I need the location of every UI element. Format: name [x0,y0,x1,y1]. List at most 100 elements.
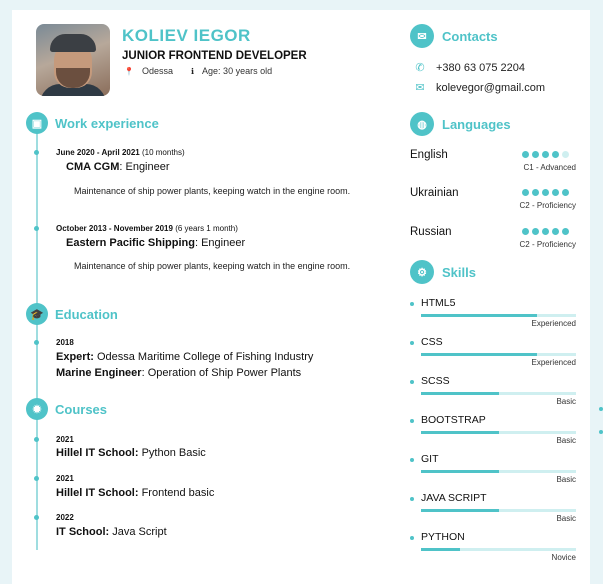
page-edge-dot [599,407,603,411]
work-date-2-duration: (6 years 1 month) [175,224,238,233]
education-school: Odessa Maritime College of Fishing Indus… [93,351,314,363]
level-dot [532,228,539,235]
email-text: kolevegor@gmail.com [436,81,545,94]
timeline-dot [34,150,39,155]
level-dot [542,151,549,158]
skill-bar-fill [421,548,460,551]
skill-bar-fill [421,314,538,317]
section-title-languages: Languages [442,117,511,132]
skill-name: SCSS [421,375,450,387]
skill-bullet [410,536,414,540]
level-dot [562,189,569,196]
contact-phone[interactable]: ✆ +380 63 075 2204 [414,61,526,75]
skill-bar [421,509,576,512]
timeline-dot [34,476,39,481]
language-level: C2 - Proficiency [519,240,576,249]
course-line-2: Hillel IT School: Frontend basic [56,487,214,499]
skill-bullet [410,497,414,501]
level-dot [542,189,549,196]
info-icon: ℹ [191,66,195,76]
gears-icon: ⚙ [410,260,434,284]
skill-bullet [410,341,414,345]
work-date-1: June 2020 - April 2021 (10 months) [56,148,185,157]
graduation-cap-icon: 🎓 [26,303,48,325]
level-dot [532,151,539,158]
course-school-1: Hillel IT School: [56,447,139,459]
work-org-2: Eastern Pacific Shipping: Engineer [66,237,245,249]
skill-bar [421,314,576,317]
level-dot [562,151,569,158]
phone-text: +380 63 075 2204 [436,61,526,74]
photo-cap [50,34,96,52]
education-specialty: : Operation of Ship Power Plants [141,367,302,379]
skill-level: Basic [556,397,576,406]
skill-bar [421,392,576,395]
skill-name: JAVA SCRIPT [421,492,487,504]
course-school-3: IT School: [56,526,110,538]
location-text: Odessa [141,66,173,76]
section-title-work: Work experience [55,116,159,131]
language-level: C2 - Proficiency [519,201,576,210]
resume-page: KOLIEV IEGOR JUNIOR FRONTEND DEVELOPER 📍… [12,10,590,584]
education-line-2: Marine Engineer: Operation of Ship Power… [56,367,301,379]
course-year-1: 2021 [56,435,74,444]
contact-email[interactable]: ✉ kolevegor@gmail.com [414,81,545,95]
work-date-1-range: June 2020 - April 2021 [56,148,140,157]
skill-name: GIT [421,453,439,465]
language-name: Russian [410,226,452,238]
work-desc-2: Maintenance of ship power plants, keepin… [74,261,351,271]
work-company-1: CMA CGM [66,161,120,173]
skill-bar-fill [421,353,538,356]
timeline-dot [34,437,39,442]
language-name: English [410,149,448,161]
mail-icon: ✉ [415,82,425,94]
course-line-1: Hillel IT School: Python Basic [56,447,206,459]
profile-photo [36,24,110,96]
skill-bar-fill [421,509,499,512]
skill-bullet [410,458,414,462]
timeline-dot [34,515,39,520]
work-company-2: Eastern Pacific Shipping [66,237,195,249]
skill-bullet [410,380,414,384]
language-level-dots [522,151,569,158]
level-dot [522,151,529,158]
language-level: C1 - Advanced [523,163,576,172]
work-org-1: CMA CGM: Engineer [66,161,170,173]
map-pin-icon: 📍 [124,66,134,76]
phone-icon: ✆ [415,62,425,74]
skill-bar-fill [421,392,499,395]
level-dot [522,189,529,196]
skill-bar-fill [421,470,499,473]
page-edge-dot [599,430,603,434]
skill-name: PYTHON [421,531,465,543]
candidate-title: JUNIOR FRONTEND DEVELOPER [122,50,307,62]
gear-icon: ✹ [26,398,48,420]
timeline-dot [34,226,39,231]
education-degree: Expert: [56,351,94,363]
course-school-2: Hillel IT School: [56,487,139,499]
course-name-3: Java Script [109,526,167,538]
section-title-education: Education [55,307,118,322]
skill-level: Novice [551,553,576,562]
work-date-1-duration: (10 months) [141,148,185,157]
section-title-contacts: Contacts [442,29,498,44]
education-year: 2018 [56,338,74,347]
skill-bar [421,431,576,434]
level-dot [552,189,559,196]
skill-name: HTML5 [421,297,456,309]
skill-name: CSS [421,336,443,348]
course-year-3: 2022 [56,513,74,522]
skill-level: Basic [556,475,576,484]
level-dot [542,228,549,235]
language-level-dots [522,189,569,196]
level-dot [522,228,529,235]
course-name-1: Python Basic [138,447,206,459]
work-desc-1: Maintenance of ship power plants, keepin… [74,186,351,196]
globe-icon: ◍ [410,112,434,136]
language-level-dots [522,228,569,235]
briefcase-icon: ▣ [26,112,48,134]
work-date-2-range: October 2013 - November 2019 [56,224,173,233]
education-qualification: Marine Engineer [56,367,142,379]
level-dot [532,189,539,196]
skill-bullet [410,419,414,423]
